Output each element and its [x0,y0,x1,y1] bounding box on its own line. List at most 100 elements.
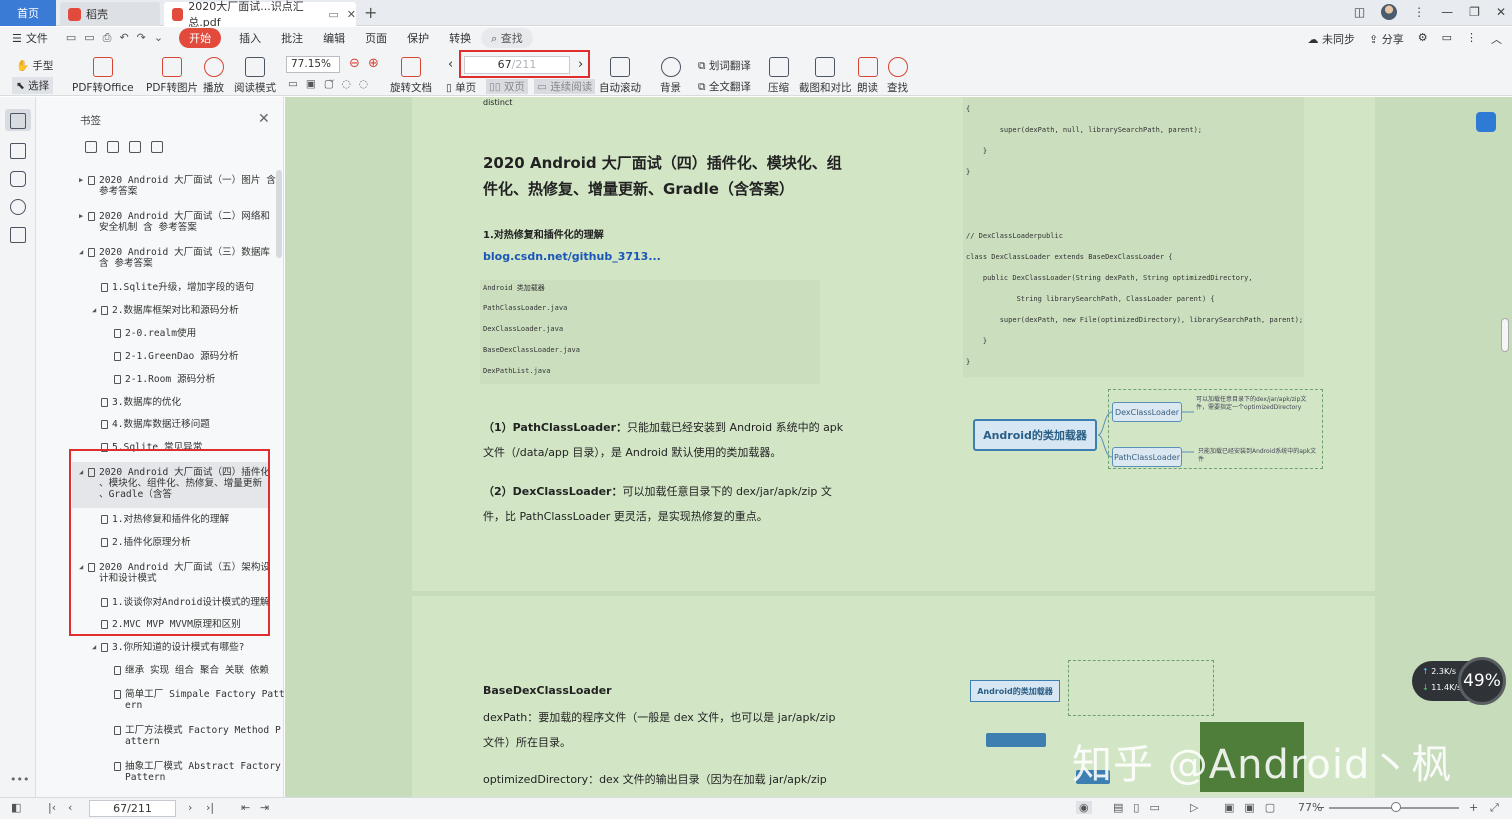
bookmark-item[interactable]: ▶ 2020 Android 大厂面试（二）网络和 安全机制 含 参考答案 [79,211,270,233]
bookmark-item[interactable]: 2-0.realm使用 [114,328,196,339]
bookmark-settings-icon[interactable] [151,141,163,153]
back-icon[interactable]: ⇤ [241,801,250,814]
comment-panel-icon[interactable] [10,171,26,187]
layout-icon[interactable]: ◫ [1354,5,1365,19]
memory-percent-ring[interactable]: 49% [1458,657,1506,705]
read-mode-button[interactable]: 阅读模式 [234,57,276,95]
bookmark-item[interactable]: 4.数据库数据迁移问题 [101,419,210,430]
first-page-icon[interactable]: |‹ [48,801,56,814]
attachment-icon[interactable] [10,199,26,215]
zoom-input[interactable]: 77.15% ⌄ [286,56,340,85]
close-window-icon[interactable]: ✕ [1496,5,1506,19]
menu-annotate[interactable]: 批注 [271,30,313,46]
menu-convert[interactable]: 转换 [439,30,481,46]
bookmark-item[interactable]: 继承 实现 组合 聚合 关联 依赖 [114,665,269,676]
menu-edit[interactable]: 编辑 [313,30,355,46]
expand-arrow-icon[interactable]: ◢ [79,247,83,258]
comment-icon[interactable]: ▭ [1442,31,1452,47]
menu-page[interactable]: 页面 [355,30,397,46]
eye-care-icon[interactable]: ◉ [1076,801,1092,814]
quick-access-icons[interactable]: ▭▭⎙↶↷⌄ [66,31,171,45]
bookmark-scrollbar[interactable] [276,170,282,258]
zoom-out-icon[interactable]: ⊖ [349,56,360,71]
restore-icon[interactable]: ❐ [1469,5,1480,19]
tab-pin-icon[interactable]: ▭ [328,8,338,21]
more-dots-icon[interactable]: ••• [10,773,29,786]
zoom-in-status-icon[interactable]: + [1469,801,1478,814]
pdf-to-office-button[interactable]: PDF转Office [72,57,134,95]
prev-page-status-icon[interactable]: ‹ [68,801,72,814]
screenshot-compare-button[interactable]: 截图和对比 [799,57,852,95]
last-page-icon[interactable]: ›| [206,801,214,814]
menu-file[interactable]: 文件 [22,30,58,46]
expand-arrow-icon[interactable]: ◢ [92,305,96,316]
search-menu[interactable]: ⌕ 查找 [481,28,533,48]
tab-pdf-document[interactable]: 2020大厂面试...识点汇总.pdf ▭ ✕ [164,0,356,29]
vertical-scrollbar[interactable] [1501,318,1509,352]
bookmark-item[interactable]: 工厂方法模式 Factory Method P attern [114,725,281,747]
continuous-read-button[interactable]: ▭ 连续阅读 [534,79,596,94]
collapse-all-icon[interactable] [107,141,119,153]
next-page-status-icon[interactable]: › [188,801,192,814]
background-button[interactable]: 背景 [660,57,681,95]
hamburger-icon[interactable]: ☰ [12,32,22,45]
double-page-button[interactable]: ▯▯ 双页 [486,79,528,94]
expand-all-icon[interactable] [85,141,97,153]
sync-button[interactable]: ☁ 未同步 [1308,31,1356,47]
minimize-icon[interactable]: — [1441,5,1453,19]
status-page-input[interactable]: 67/211 [89,800,176,817]
sidebar-toggle-icon[interactable]: ◧ [11,801,21,814]
find-button[interactable]: 查找 [887,57,908,95]
bookmark-item[interactable]: ◢ 2.数据库框架对比和源码分析 [92,305,239,316]
tab-home[interactable]: 首页 [0,0,56,26]
bookmark-item[interactable]: 简单工厂 Simpale Factory Patt ern [114,689,285,711]
single-page-button[interactable]: ▯ 单页 [446,80,476,95]
expand-arrow-icon[interactable]: ◢ [92,642,96,653]
zoom-slider-handle[interactable] [1391,802,1401,812]
bookmark-item[interactable]: 2-1.Room 源码分析 [114,374,215,385]
bookmark-item[interactable]: 3.数据库的优化 [101,397,181,408]
expand-arrow-icon[interactable]: ▶ [79,175,83,186]
more-icon[interactable]: ⋮ [1466,31,1477,47]
settings-icon[interactable]: ⚙ [1418,31,1428,47]
menu-dots-icon[interactable]: ⋮ [1413,5,1425,19]
auto-scroll-button[interactable]: 自动滚动 [599,57,641,95]
bookmark-item[interactable]: 抽象工厂模式 Abstract Factory Pattern [114,761,281,783]
play-status-icon[interactable]: ▷ [1190,801,1198,814]
bookmark-icon[interactable] [10,113,26,129]
signature-icon[interactable] [10,227,26,243]
select-tool-button[interactable]: ⬉ 选择 [12,77,54,94]
menu-start[interactable]: 开始 [179,28,222,48]
menu-insert[interactable]: 插入 [229,30,271,46]
compress-button[interactable]: 压缩 [768,57,789,95]
tab-close-icon[interactable]: ✕ [347,8,356,21]
bookmark-item[interactable]: 1.Sqlite升级，增加字段的语句 [101,282,254,293]
zoom-in-icon[interactable]: ⊕ [368,56,379,71]
fullscreen-icon[interactable]: ⤢ [1490,801,1499,815]
play-button[interactable]: 播放 [203,57,224,95]
collapse-icon[interactable]: ︿ [1491,31,1502,47]
bookmark-item[interactable]: 2-1.GreenDao 源码分析 [114,351,238,362]
bookmark-item[interactable]: ▶ 2020 Android 大厂面试（一）图片 含 参考答案 [79,175,276,197]
rotate-document-button[interactable]: 旋转文档 [390,57,432,95]
full-translate-button[interactable]: ⧉ 全文翻译 [698,79,751,94]
close-icon[interactable]: ✕ [258,111,270,127]
menu-protect[interactable]: 保护 [397,30,439,46]
floating-tool-icon[interactable] [1476,112,1496,132]
hand-tool-button[interactable]: ✋ 手型 [16,58,53,73]
forward-icon[interactable]: ⇥ [260,801,269,814]
zoom-out-status-icon[interactable]: − [1316,801,1325,814]
add-bookmark-icon[interactable] [129,141,141,153]
new-tab-icon[interactable]: + [364,3,377,22]
bookmark-item[interactable]: ◢ 2020 Android 大厂面试（三）数据库 含 参考答案 [79,247,270,269]
read-aloud-button[interactable]: 朗读 [857,57,878,95]
bookmark-item[interactable]: ◢ 3.你所知道的设计模式有哪些? [92,642,244,653]
thumbnail-icon[interactable] [10,143,26,159]
prev-page-icon[interactable]: ‹ [448,57,453,72]
avatar[interactable] [1381,4,1398,20]
word-translate-button[interactable]: ⧉ 划词翻译 [698,58,751,73]
share-button[interactable]: ⇪ 分享 [1369,31,1404,47]
view-mode-icons[interactable]: ▤▯▭ [1113,801,1170,814]
tab-daoke[interactable]: 稻壳 [60,2,160,26]
expand-arrow-icon[interactable]: ▶ [79,211,83,222]
